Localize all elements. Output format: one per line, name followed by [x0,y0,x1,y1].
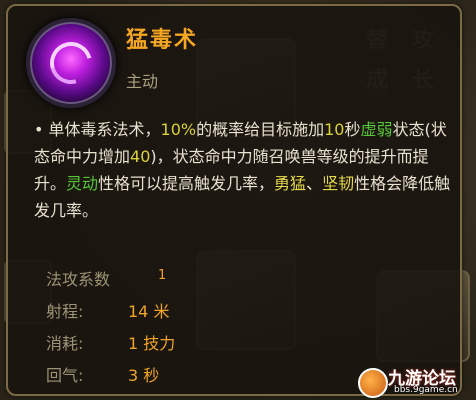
watermark-url: bbs.9game.cn [394,385,458,395]
stat-label: 射程: [46,302,84,321]
description-segment: 单体毒系法术， [48,120,161,139]
site-watermark: 九游论坛 bbs.9game.cn [358,364,470,398]
skill-type-label: 主动 [126,72,159,91]
bullet-marker: • [34,120,44,139]
stat-label: 回气: [46,366,84,385]
description-segment: 坚韧 [322,174,355,193]
skill-description: • 单体毒系法术，10%的概率给目标施加10秒虚弱状态(状态命中力增加40)，状… [34,116,452,224]
mascot-icon [358,368,388,398]
swirl-icon [42,34,100,92]
stat-label: 消耗: [46,334,84,353]
description-segment: 灵动 [66,174,99,193]
description-segment: 性格可以提高触发几率， [98,174,275,193]
stat-value: 14 米 [128,302,170,321]
stat-value: 1 [158,268,167,283]
description-segment: 虚弱 [360,120,393,139]
description-segment: 10 [324,120,345,139]
description-segment: 勇猛 [274,174,307,193]
description-segment: 的概率给目标施加 [196,120,325,139]
skill-tooltip: 猛毒术 主动 • 单体毒系法术，10%的概率给目标施加10秒虚弱状态(状态命中力… [6,4,462,396]
description-segment: 40 [130,147,151,166]
description-text: 单体毒系法术，10%的概率给目标施加10秒虚弱状态(状态命中力增加40)，状态命… [34,120,450,220]
description-segment: 10% [160,120,197,139]
description-segment: 、 [306,174,323,193]
skill-title: 猛毒术 [126,28,199,53]
game-screen: 替 攻 成 长 猛毒术 主动 • 单体毒系法术，10%的概率给目标施加10秒虚弱… [0,0,476,400]
description-segment: 秒 [344,120,361,139]
stat-value: 1 技力 [128,334,176,353]
stat-label: 法攻系数 [46,270,111,289]
poison-orb-icon [26,18,116,108]
stat-value: 3 秒 [128,366,160,385]
